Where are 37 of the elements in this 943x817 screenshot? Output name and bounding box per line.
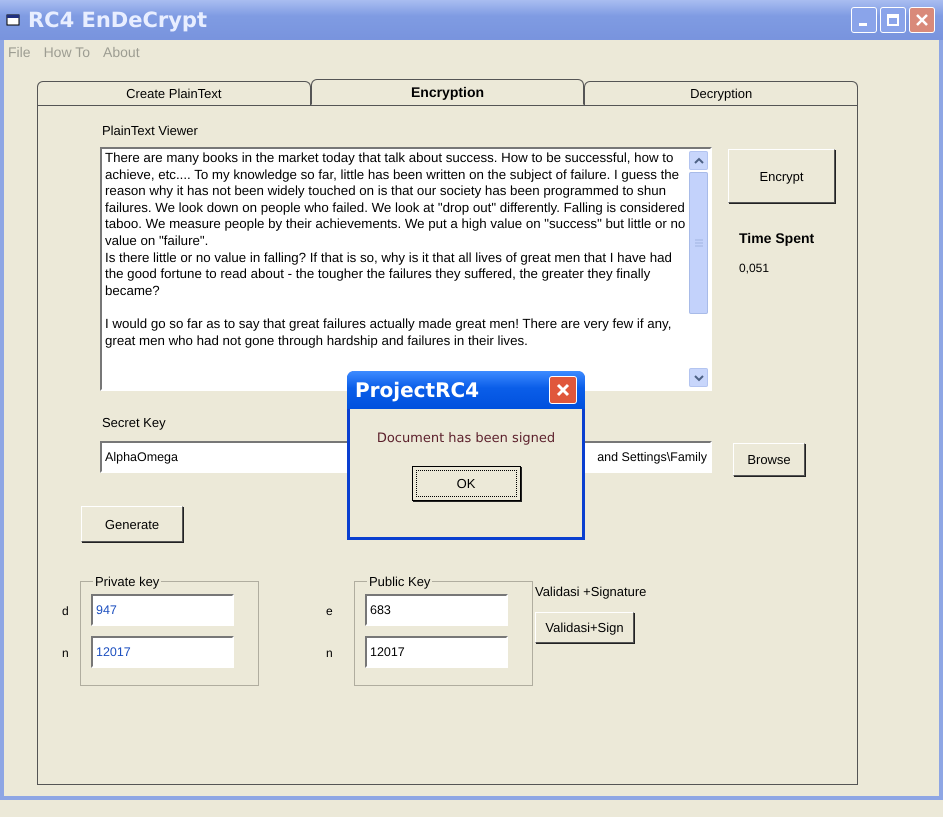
scroll-down-button[interactable] [689, 368, 708, 387]
scroll-thumb[interactable] [689, 172, 708, 314]
close-icon [915, 13, 929, 27]
maximize-icon [886, 13, 900, 27]
input-field[interactable]: 947 [91, 594, 234, 626]
generate-button[interactable]: Generate [81, 506, 183, 542]
minimize-button[interactable] [851, 7, 877, 33]
tab[interactable]: Create PlainText [37, 81, 311, 105]
tab[interactable]: Decryption [584, 81, 858, 105]
validate-sign-button[interactable]: Validasi+Sign [535, 612, 634, 643]
window-title: RC4 EnDeCrypt [28, 8, 208, 32]
encrypt-button[interactable]: Encrypt [728, 149, 835, 203]
close-button[interactable] [909, 7, 935, 33]
field-label: PlainText Viewer [102, 123, 199, 138]
group-label: Private key [94, 574, 160, 589]
field-label: Time Spent [739, 230, 814, 246]
ok-button[interactable]: OK [412, 466, 520, 501]
time-value: 0,051 [739, 261, 770, 275]
input-field[interactable]: 12017 [91, 636, 234, 668]
input-field[interactable]: 683 [365, 594, 508, 626]
input-field[interactable]: 12017 [365, 636, 508, 668]
close-button[interactable] [549, 376, 577, 404]
group-label: Public Key [368, 574, 432, 589]
browse-button[interactable]: Browse [733, 443, 805, 476]
app-icon [6, 14, 20, 26]
field-label: Secret Key [102, 415, 167, 430]
scroll-up-button[interactable] [689, 151, 708, 170]
field-label: Validasi +Signature [535, 584, 646, 599]
close-icon [555, 382, 571, 398]
tab[interactable]: Encryption [310, 79, 584, 105]
minimize-icon [858, 22, 866, 26]
field-label: e [326, 603, 334, 620]
field-label: n [62, 645, 70, 662]
field-label: d [62, 603, 70, 620]
field-label: n [326, 645, 334, 662]
grip-icon [694, 239, 702, 247]
maximize-button[interactable] [880, 7, 906, 33]
